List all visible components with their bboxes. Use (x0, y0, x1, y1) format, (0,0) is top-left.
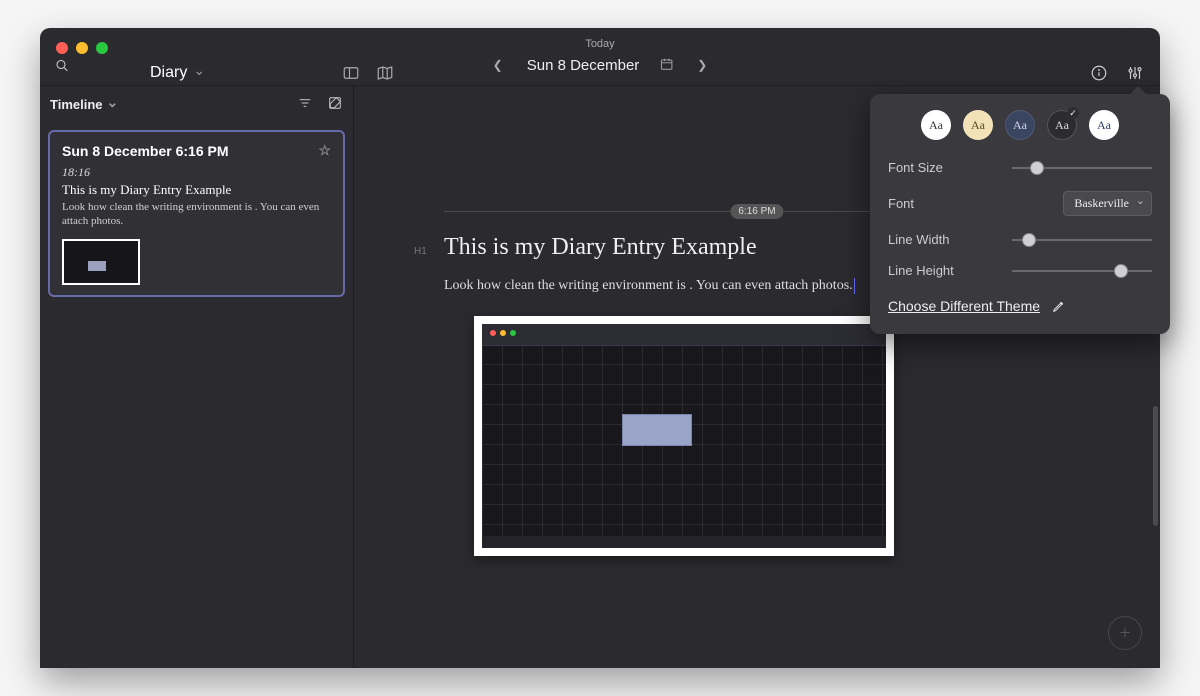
next-day-button[interactable]: ❯ (693, 54, 711, 76)
entry-body-text: Look how clean the writing environment i… (444, 278, 853, 293)
chevron-down-icon (193, 64, 205, 82)
font-label: Font (888, 196, 914, 211)
line-height-slider[interactable] (1012, 270, 1152, 272)
app-window: Diary Today ❮ Sun 8 December ❯ (40, 28, 1160, 668)
line-width-label: Line Width (888, 232, 949, 247)
sidebar-header: Timeline (40, 86, 353, 122)
prev-day-button[interactable]: ❮ (489, 54, 507, 76)
search-icon[interactable] (54, 58, 70, 79)
titlebar: Diary Today ❮ Sun 8 December ❯ (40, 28, 1160, 86)
entry-time-pill: 6:16 PM (730, 204, 783, 219)
sidebar: Timeline Sun 8 December 6:16 PM ☆ (40, 86, 354, 668)
entry-title-preview: This is my Diary Entry Example (62, 182, 331, 198)
font-size-slider[interactable] (1012, 167, 1152, 169)
notebook-selector[interactable]: Diary (150, 64, 205, 82)
entry-card[interactable]: Sun 8 December 6:16 PM ☆ 18:16 This is m… (48, 130, 345, 297)
toolbar-right (1090, 64, 1144, 87)
sidebar-toggle-icon[interactable] (342, 64, 360, 87)
entry-time: 18:16 (62, 165, 331, 180)
current-date: Sun 8 December (527, 57, 640, 74)
font-value: Baskerville (1074, 196, 1129, 210)
attached-image-preview (482, 324, 886, 548)
close-window-icon[interactable] (56, 42, 68, 54)
minimize-window-icon[interactable] (76, 42, 88, 54)
line-height-label: Line Height (888, 263, 954, 278)
appearance-settings-icon[interactable] (1126, 64, 1144, 87)
map-view-icon[interactable] (376, 64, 394, 87)
theme-navy[interactable]: Aa (1005, 110, 1035, 140)
fullscreen-window-icon[interactable] (96, 42, 108, 54)
scrollbar[interactable] (1153, 406, 1158, 526)
info-icon[interactable] (1090, 64, 1108, 87)
filter-icon[interactable] (297, 95, 313, 114)
theme-dark[interactable]: Aa (1047, 110, 1077, 140)
entry-snippet: Look how clean the writing environment i… (62, 200, 331, 229)
attached-image[interactable] (474, 316, 894, 556)
date-navigator: Today ❮ Sun 8 December ❯ (489, 38, 712, 76)
view-label: Timeline (50, 97, 103, 112)
font-size-label: Font Size (888, 160, 943, 175)
notebook-name: Diary (150, 64, 187, 82)
entry-body[interactable]: Look how clean the writing environment i… (444, 278, 855, 294)
heading-marker: H1 (414, 246, 427, 257)
theme-light-white[interactable]: Aa (921, 110, 951, 140)
entry-title[interactable]: This is my Diary Entry Example (444, 234, 757, 261)
choose-theme-link[interactable]: Choose Different Theme (888, 298, 1152, 314)
choose-theme-label: Choose Different Theme (888, 298, 1040, 314)
entry-date-label: Sun 8 December 6:16 PM (62, 143, 229, 159)
line-width-row: Line Width (888, 232, 1152, 247)
font-size-row: Font Size (888, 160, 1152, 175)
appearance-popover: Aa Aa Aa Aa Aa Font Size Font Baskervill… (870, 94, 1170, 334)
compose-icon[interactable] (327, 95, 343, 114)
today-label: Today (489, 38, 712, 50)
text-cursor (854, 278, 855, 294)
star-icon[interactable]: ☆ (318, 142, 331, 159)
layout-toggles (342, 64, 394, 87)
view-selector[interactable]: Timeline (50, 96, 118, 113)
theme-light-blue[interactable]: Aa (1089, 110, 1119, 140)
pencil-icon (1052, 299, 1066, 313)
window-controls (40, 42, 108, 54)
line-height-row: Line Height (888, 263, 1152, 278)
line-width-slider[interactable] (1012, 239, 1152, 241)
entry-thumbnail (62, 239, 140, 285)
calendar-icon[interactable] (659, 57, 673, 74)
font-row: Font Baskerville (888, 191, 1152, 216)
font-select[interactable]: Baskerville (1063, 191, 1152, 216)
theme-swatches: Aa Aa Aa Aa Aa (888, 110, 1152, 140)
theme-sepia[interactable]: Aa (963, 110, 993, 140)
chevron-down-icon (107, 96, 119, 113)
add-entry-button[interactable]: + (1108, 616, 1142, 650)
